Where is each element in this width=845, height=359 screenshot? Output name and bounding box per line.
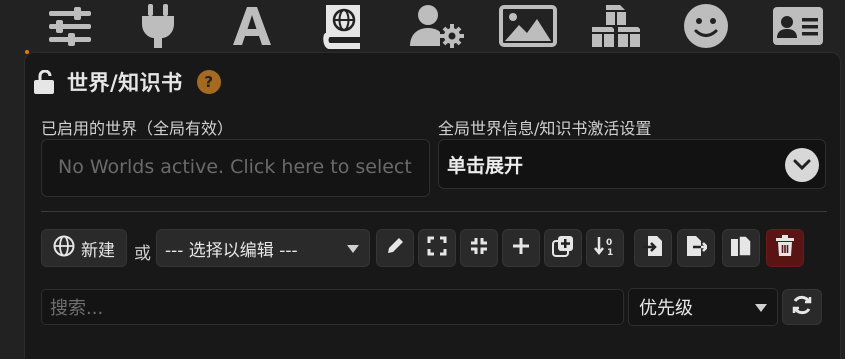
world-editor-select-value: --- 选择以编辑 ---: [165, 240, 298, 261]
world-info-panel: 世界/知识书 ? 已启用的世界（全局有效） 全局世界信息/知识书激活设置 No …: [24, 52, 841, 359]
lock-open-icon[interactable]: [33, 70, 55, 94]
active-worlds-select[interactable]: No Worlds active. Click here to select: [41, 139, 430, 197]
new-world-label: 新建: [81, 240, 115, 261]
panel-title: 世界/知识书: [67, 71, 183, 95]
panel-header: 世界/知识书 ?: [33, 67, 221, 97]
delete-world-button[interactable]: [766, 229, 804, 267]
collapse-all-button[interactable]: [460, 229, 498, 267]
user-gear-icon[interactable]: [408, 3, 466, 49]
rename-button[interactable]: [376, 229, 414, 267]
sort-numeric-icon: 01: [594, 235, 616, 261]
caret-down-icon: [755, 304, 767, 312]
world-book-icon[interactable]: [313, 3, 371, 49]
search-input[interactable]: 搜索...: [41, 289, 624, 325]
trash-icon: [775, 235, 795, 261]
smiley-icon[interactable]: [677, 3, 735, 49]
duplicate-world-button[interactable]: [722, 229, 760, 267]
help-icon[interactable]: ?: [196, 70, 221, 94]
compress-icon: [469, 236, 489, 260]
global-settings-label: 全局世界信息/知识书激活设置: [438, 119, 652, 138]
sort-order-value: 优先级: [639, 298, 693, 319]
globe-icon: [53, 235, 75, 262]
file-export-icon: [685, 235, 709, 261]
expander-label: 单击展开: [447, 154, 524, 177]
plus-icon: [511, 236, 531, 260]
or-label: 或: [134, 244, 151, 264]
caret-down-icon: [347, 245, 359, 253]
refresh-icon: [791, 294, 813, 320]
search-placeholder: 搜索...: [50, 298, 104, 319]
world-editor-select[interactable]: --- 选择以编辑 ---: [156, 229, 370, 267]
active-worlds-placeholder: No Worlds active. Click here to select: [58, 156, 412, 178]
active-worlds-label: 已启用的世界（全局有效）: [41, 119, 234, 138]
plug-icon[interactable]: [129, 3, 187, 49]
duplicate-plus-icon: [552, 235, 574, 261]
svg-text:1: 1: [607, 248, 613, 257]
cubes-icon[interactable]: [587, 3, 645, 49]
export-button[interactable]: [677, 229, 715, 267]
divider: [41, 211, 827, 212]
global-settings-expander[interactable]: 单击展开: [438, 139, 826, 189]
expand-icon: [427, 236, 447, 260]
top-navigation-bar: [0, 0, 845, 52]
fill-orders-button[interactable]: 01: [586, 229, 624, 267]
expand-all-button[interactable]: [418, 229, 456, 267]
file-import-icon: [642, 235, 664, 261]
new-world-button[interactable]: 新建: [41, 229, 127, 267]
font-a-icon[interactable]: [223, 3, 281, 49]
chevron-down-icon[interactable]: [785, 148, 819, 182]
copy-icon: [730, 235, 752, 261]
import-button[interactable]: [634, 229, 672, 267]
sliders-icon[interactable]: [41, 3, 99, 49]
id-card-icon[interactable]: [769, 3, 827, 49]
duplicate-entry-button[interactable]: [544, 229, 582, 267]
pencil-icon: [385, 236, 405, 260]
sort-order-select[interactable]: 优先级: [628, 288, 778, 326]
refresh-button[interactable]: [782, 289, 822, 325]
new-entry-button[interactable]: [502, 229, 540, 267]
image-landscape-icon[interactable]: [499, 3, 557, 49]
svg-text:0: 0: [606, 238, 612, 248]
